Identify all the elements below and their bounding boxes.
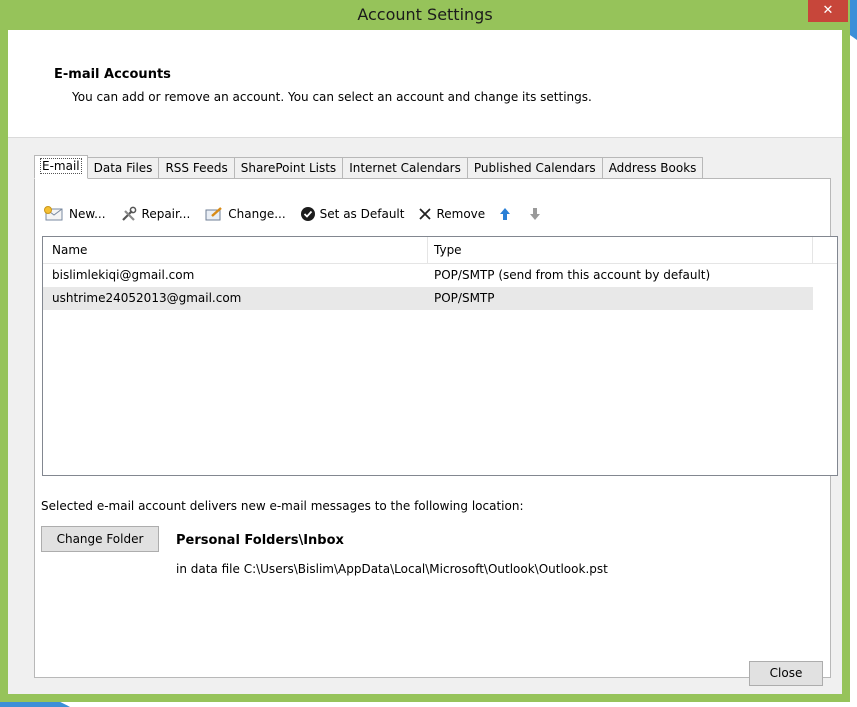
tab-published-calendars[interactable]: Published Calendars [466, 157, 603, 178]
tab-sharepoint-lists[interactable]: SharePoint Lists [233, 157, 344, 178]
window-close-button[interactable]: ✕ [808, 0, 848, 22]
set-as-default-button[interactable]: Set as Default [300, 206, 404, 222]
delivery-location-label: Selected e-mail account delivers new e-m… [41, 499, 524, 513]
table-row[interactable]: ushtrime24052013@gmail.com POP/SMTP [43, 287, 813, 310]
account-type: POP/SMTP (send from this account by defa… [434, 268, 711, 282]
dialog-body: E-mail Accounts You can add or remove an… [8, 30, 842, 694]
account-toolbar: New... Repair... Change... Set as Defaul… [43, 201, 559, 227]
account-type: POP/SMTP [434, 291, 495, 305]
checkmark-circle-icon [300, 207, 315, 221]
header-title: E-mail Accounts [54, 67, 171, 82]
account-name: ushtrime24052013@gmail.com [52, 291, 242, 305]
account-list-header: Name Type [43, 237, 837, 264]
new-mail-icon [44, 206, 63, 221]
close-button[interactable]: Close [749, 661, 823, 686]
arrow-down-icon [530, 208, 541, 220]
data-file-path: in data file C:\Users\Bislim\AppData\Loc… [176, 562, 608, 576]
account-name: bislimlekiqi@gmail.com [52, 268, 195, 282]
tab-strip: E-mail Data Files RSS Feeds SharePoint L… [34, 155, 704, 179]
column-header-name[interactable]: Name [43, 237, 428, 263]
repair-tools-icon [121, 206, 136, 221]
delivery-folder: Personal Folders\Inbox [176, 533, 344, 548]
arrow-up-icon [500, 208, 511, 220]
move-down-button[interactable] [529, 207, 545, 221]
remove-account-button[interactable]: Remove [418, 207, 485, 221]
tab-internet-calendars[interactable]: Internet Calendars [342, 157, 468, 178]
window-title: Account Settings [357, 5, 493, 24]
header-panel: E-mail Accounts You can add or remove an… [8, 30, 842, 138]
new-account-button[interactable]: New... [43, 206, 106, 222]
account-settings-window: Account Settings ✕ E-mail Accounts You c… [0, 0, 850, 702]
table-row[interactable]: bislimlekiqi@gmail.com POP/SMTP (send fr… [43, 264, 813, 287]
change-account-button[interactable]: Change... [204, 206, 286, 222]
email-tab-pane: New... Repair... Change... Set as Defaul… [34, 178, 838, 678]
tab-email[interactable]: E-mail [34, 155, 88, 179]
move-up-button[interactable] [499, 207, 515, 221]
account-list: Name Type bislimlekiqi@gmail.com POP/SMT… [42, 236, 838, 476]
tab-rss-feeds[interactable]: RSS Feeds [158, 157, 235, 178]
repair-account-button[interactable]: Repair... [120, 206, 190, 222]
header-description: You can add or remove an account. You ca… [72, 90, 592, 104]
change-folder-button[interactable]: Change Folder [41, 526, 159, 552]
tab-data-files[interactable]: Data Files [86, 157, 160, 178]
change-settings-icon [205, 207, 223, 221]
tab-address-books[interactable]: Address Books [601, 157, 704, 178]
column-header-type[interactable]: Type [428, 237, 813, 263]
remove-x-icon [419, 208, 432, 220]
